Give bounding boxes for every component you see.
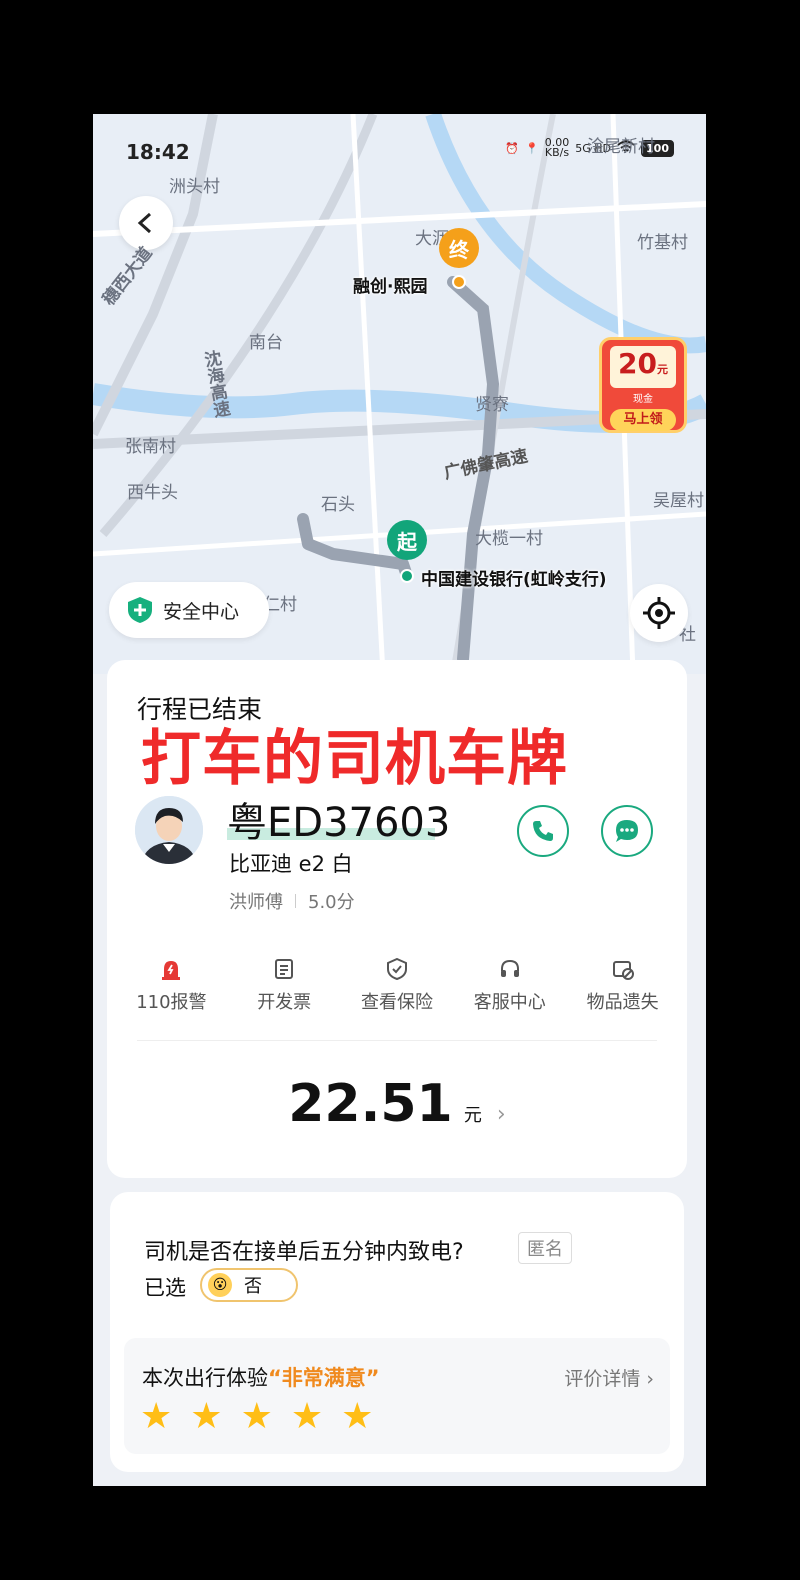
phone-screen: 18:42 ⏰ 📍 0.00 KB/s 5G HD 100 洲头村 大沥 竹基村 … bbox=[93, 114, 706, 1486]
action-label: 110报警 bbox=[136, 992, 207, 1013]
map-label: 大榄一村 bbox=[475, 529, 543, 549]
divider bbox=[137, 1040, 657, 1041]
invoice-icon bbox=[275, 959, 294, 979]
promo-subtitle: 现金 bbox=[633, 394, 653, 405]
map-label: 吴屋村 bbox=[653, 491, 704, 511]
trip-card: 行程已结束 打车的司机车牌 粤ED37603 比亚迪 e2 白 洪师傅 5.0分 bbox=[107, 660, 687, 1178]
lost-item-icon bbox=[612, 961, 634, 980]
status-time: 18:42 bbox=[126, 140, 190, 164]
shield-plus-icon bbox=[128, 597, 152, 623]
back-button[interactable] bbox=[119, 196, 173, 250]
map-label: 洲头村 bbox=[169, 177, 220, 197]
chat-bubble-icon bbox=[616, 820, 638, 842]
map-view[interactable]: 18:42 ⏰ 📍 0.00 KB/s 5G HD 100 洲头村 大沥 竹基村 … bbox=[93, 114, 706, 674]
message-driver-button[interactable] bbox=[601, 805, 653, 857]
action-label: 开发票 bbox=[257, 992, 312, 1013]
chevron-left-icon bbox=[137, 212, 152, 234]
action-support[interactable]: 客服中心 bbox=[455, 958, 565, 1014]
trip-actions: 110报警 开发票 查看保险 客服中心 物品遗失 bbox=[107, 958, 687, 1014]
star-icon[interactable]: ★ bbox=[341, 1398, 373, 1436]
star-icon[interactable]: ★ bbox=[291, 1398, 323, 1436]
shield-check-icon bbox=[386, 958, 407, 980]
location-icon: 📍 bbox=[525, 141, 539, 155]
driver-meta: 洪师傅 5.0分 bbox=[229, 888, 355, 914]
driver-rating: 5.0分 bbox=[308, 892, 355, 913]
action-label: 客服中心 bbox=[473, 992, 546, 1013]
star-rating[interactable]: ★ ★ ★ ★ ★ bbox=[140, 1398, 373, 1436]
fare-unit: 元 bbox=[463, 1105, 482, 1126]
map-label: 张南村 bbox=[125, 437, 176, 457]
feedback-question: 司机是否在接单后五分钟内致电? bbox=[144, 1240, 464, 1265]
map-label: 淦尾新村 bbox=[587, 137, 655, 157]
selected-label: 已选 bbox=[144, 1276, 186, 1300]
star-icon[interactable]: ★ bbox=[140, 1398, 172, 1436]
overlay-caption: 打车的司机车牌 bbox=[141, 724, 568, 794]
fare-amount: 22.51 bbox=[288, 1074, 453, 1134]
action-police[interactable]: 110报警 bbox=[116, 958, 226, 1014]
map-label: 贤寮 bbox=[475, 395, 509, 415]
action-lost-item[interactable]: 物品遗失 bbox=[568, 958, 678, 1014]
phone-icon bbox=[533, 821, 553, 841]
action-insurance[interactable]: 查看保险 bbox=[342, 958, 452, 1014]
experience-text: 本次出行体验“非常满意” bbox=[142, 1366, 380, 1390]
rating-box: 本次出行体验“非常满意” 评价详情 › ★ ★ ★ ★ ★ bbox=[124, 1338, 670, 1454]
fare-summary[interactable]: 22.51 元 › bbox=[107, 1074, 687, 1134]
meta-divider bbox=[295, 894, 296, 908]
destination-pin[interactable]: 终 bbox=[439, 228, 479, 268]
selected-answer[interactable]: 😮 否 bbox=[200, 1268, 298, 1302]
map-label: 石头 bbox=[321, 495, 355, 515]
alarm-icon bbox=[162, 961, 181, 980]
chevron-right-icon: › bbox=[496, 1102, 506, 1127]
action-label: 物品遗失 bbox=[586, 992, 659, 1013]
locate-button[interactable] bbox=[630, 584, 688, 642]
star-icon[interactable]: ★ bbox=[190, 1398, 222, 1436]
map-label: 西牛头 bbox=[127, 483, 178, 503]
origin-pin[interactable]: 起 bbox=[387, 520, 427, 560]
car-model: 比亚迪 e2 白 bbox=[229, 852, 353, 876]
headset-icon bbox=[500, 959, 519, 977]
cash-promo-badge[interactable]: 20元 现金 马上领 bbox=[599, 337, 687, 433]
crosshair-icon bbox=[643, 597, 675, 629]
sad-face-icon: 😮 bbox=[208, 1273, 232, 1297]
action-label: 查看保险 bbox=[360, 992, 433, 1013]
action-invoice[interactable]: 开发票 bbox=[229, 958, 339, 1014]
promo-claim-button[interactable]: 马上领 bbox=[610, 409, 676, 431]
license-plate: 粤ED37603 bbox=[227, 800, 451, 846]
safety-center-label: 安全中心 bbox=[163, 600, 240, 623]
alarm-clock-icon: ⏰ bbox=[505, 141, 520, 155]
driver-name: 洪师傅 bbox=[229, 892, 283, 913]
driver-avatar bbox=[135, 796, 203, 864]
feedback-card: 司机是否在接单后五分钟内致电? 匿名 已选 😮 否 本次出行体验“非常满意” 评… bbox=[110, 1192, 684, 1472]
map-label: 南台 bbox=[249, 333, 283, 353]
rating-detail-link[interactable]: 评价详情 › bbox=[564, 1364, 654, 1391]
chevron-right-icon: › bbox=[646, 1368, 654, 1390]
map-label: 竹基村 bbox=[637, 233, 688, 253]
call-driver-button[interactable] bbox=[517, 805, 569, 857]
destination-name: 融创·熙园 bbox=[353, 277, 428, 297]
anonymous-tag[interactable]: 匿名 bbox=[518, 1232, 572, 1264]
selected-value: 否 bbox=[244, 1276, 262, 1297]
safety-center-button[interactable]: 安全中心 bbox=[109, 582, 269, 638]
promo-amount: 20元 bbox=[610, 346, 676, 388]
network-speed: 0.00 KB/s bbox=[544, 136, 570, 159]
star-icon[interactable]: ★ bbox=[241, 1398, 273, 1436]
origin-name: 中国建设银行(虹岭支行) bbox=[421, 570, 607, 590]
